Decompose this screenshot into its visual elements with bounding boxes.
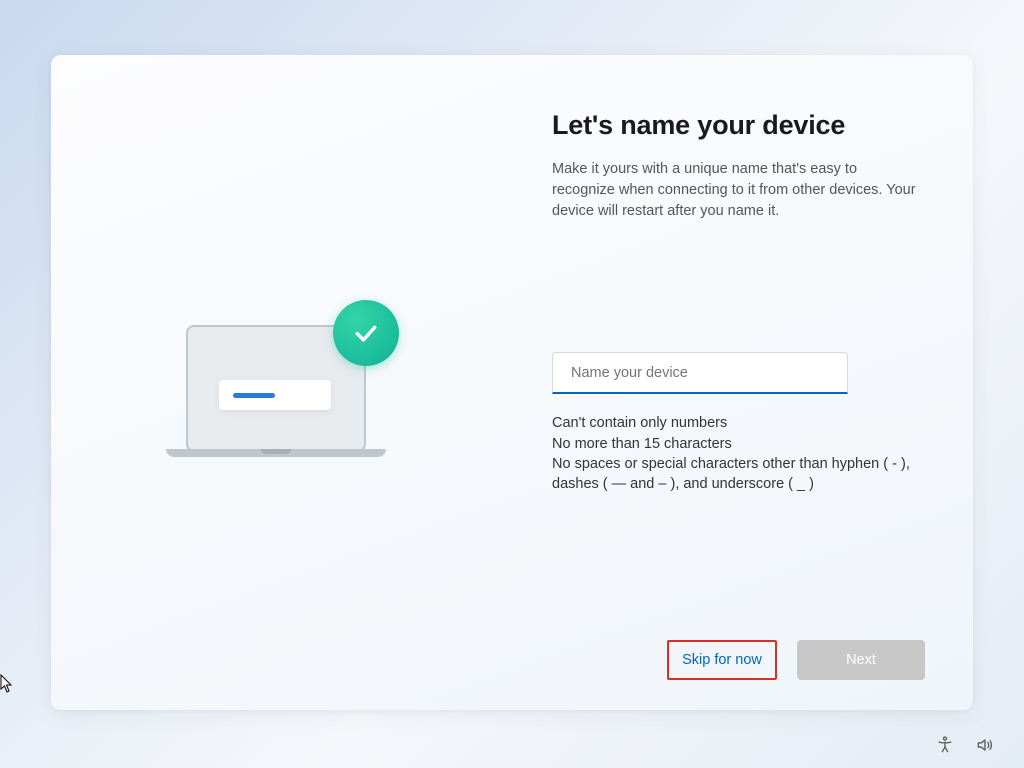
page-title: Let's name your device xyxy=(552,110,923,141)
next-button[interactable]: Next xyxy=(797,640,925,680)
page-description: Make it yours with a unique name that's … xyxy=(552,159,923,222)
rule-line-3: No spaces or special characters other th… xyxy=(552,455,923,494)
illustration-pane xyxy=(51,55,512,710)
button-row: Skip for now Next xyxy=(667,640,925,680)
oobe-card: Let's name your device Make it yours wit… xyxy=(51,55,973,710)
naming-rules: Can't contain only numbers No more than … xyxy=(552,414,923,495)
accessibility-icon[interactable] xyxy=(934,734,956,756)
laptop-notch-shape xyxy=(261,449,291,454)
rule-line-1: Can't contain only numbers xyxy=(552,414,923,434)
system-tray xyxy=(934,734,996,756)
device-name-field-wrap xyxy=(552,352,923,394)
skip-button[interactable]: Skip for now xyxy=(667,640,777,680)
device-illustration xyxy=(166,315,436,515)
device-name-input[interactable] xyxy=(552,352,848,394)
checkmark-badge-icon xyxy=(333,300,399,366)
volume-icon[interactable] xyxy=(974,734,996,756)
name-line-shape xyxy=(233,393,275,398)
rule-line-2: No more than 15 characters xyxy=(552,435,923,455)
mouse-cursor-icon xyxy=(0,674,14,694)
name-bar-shape xyxy=(219,380,331,410)
content-pane: Let's name your device Make it yours wit… xyxy=(512,55,973,710)
